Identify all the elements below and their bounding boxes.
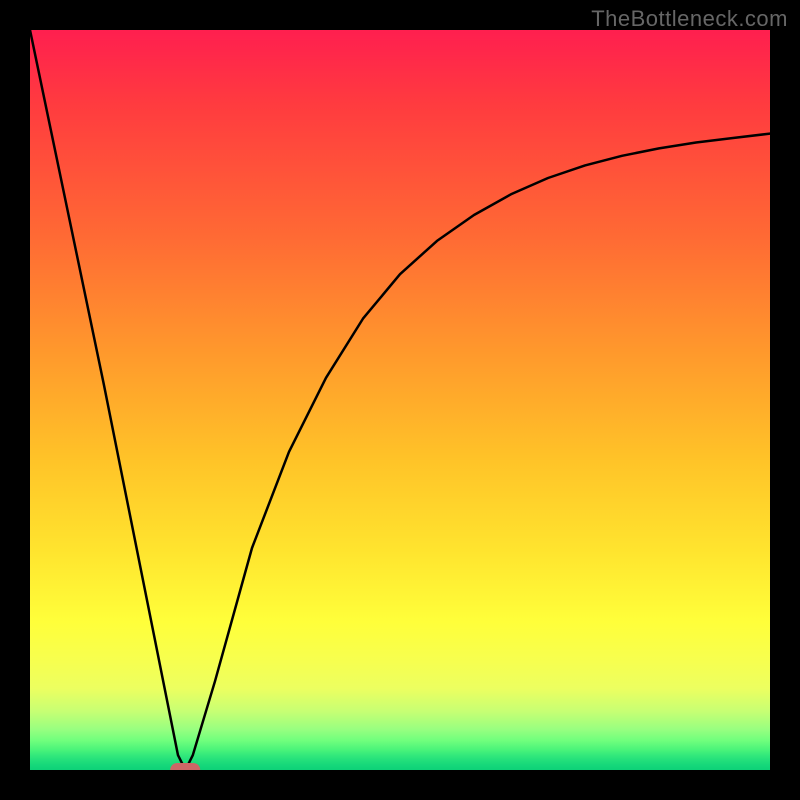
plot-area [30, 30, 770, 770]
watermark-text: TheBottleneck.com [591, 6, 788, 32]
bottleneck-curve [30, 30, 770, 770]
optimal-range-marker [171, 763, 201, 770]
chart-frame: TheBottleneck.com [0, 0, 800, 800]
